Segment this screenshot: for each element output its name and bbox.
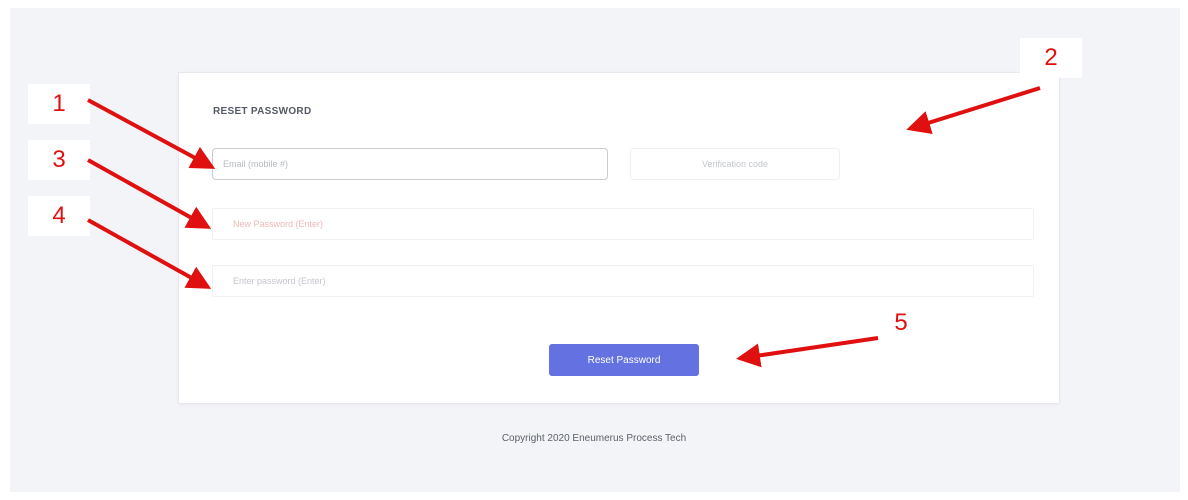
- arrow-2: [906, 86, 1041, 135]
- arrow-1: [87, 98, 216, 169]
- arrow-3: [87, 158, 212, 229]
- arrow-4: [87, 218, 212, 289]
- arrow-5: [736, 336, 879, 368]
- annotation-arrows: [87, 86, 1041, 368]
